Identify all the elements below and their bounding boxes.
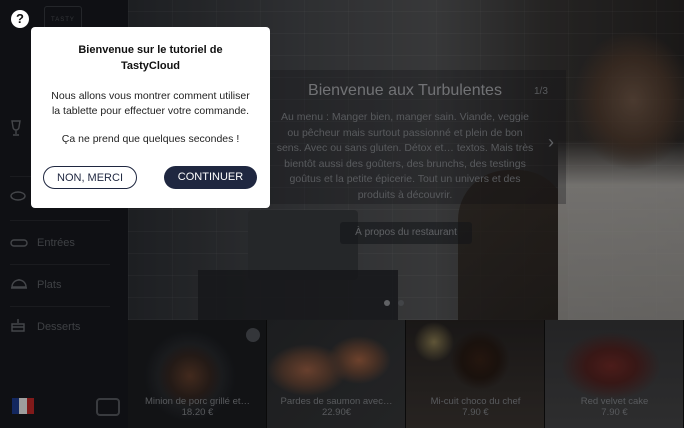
app-screen: Bienvenue aux Turbulentes 1/3 Au menu : …: [0, 0, 684, 428]
decline-button[interactable]: NON, MERCI: [43, 166, 137, 189]
dialog-message-line: la tablette pour effectuer votre command…: [51, 105, 250, 117]
dialog-message-line: Nous allons vous montrer comment utilise…: [51, 90, 250, 102]
tutorial-dialog: Bienvenue sur le tutoriel de TastyCloud …: [31, 27, 270, 208]
dialog-title-line: Bienvenue sur le tutoriel de: [78, 44, 223, 56]
help-icon[interactable]: ?: [11, 10, 29, 28]
dialog-message: Nous allons vous montrer comment utilise…: [31, 89, 270, 119]
dialog-title-line: TastyCloud: [120, 60, 181, 72]
dialog-note: Ça ne prend que quelques secondes !: [61, 133, 240, 145]
continue-button[interactable]: CONTINUER: [164, 166, 257, 189]
dialog-title: Bienvenue sur le tutoriel de TastyCloud: [31, 42, 270, 74]
